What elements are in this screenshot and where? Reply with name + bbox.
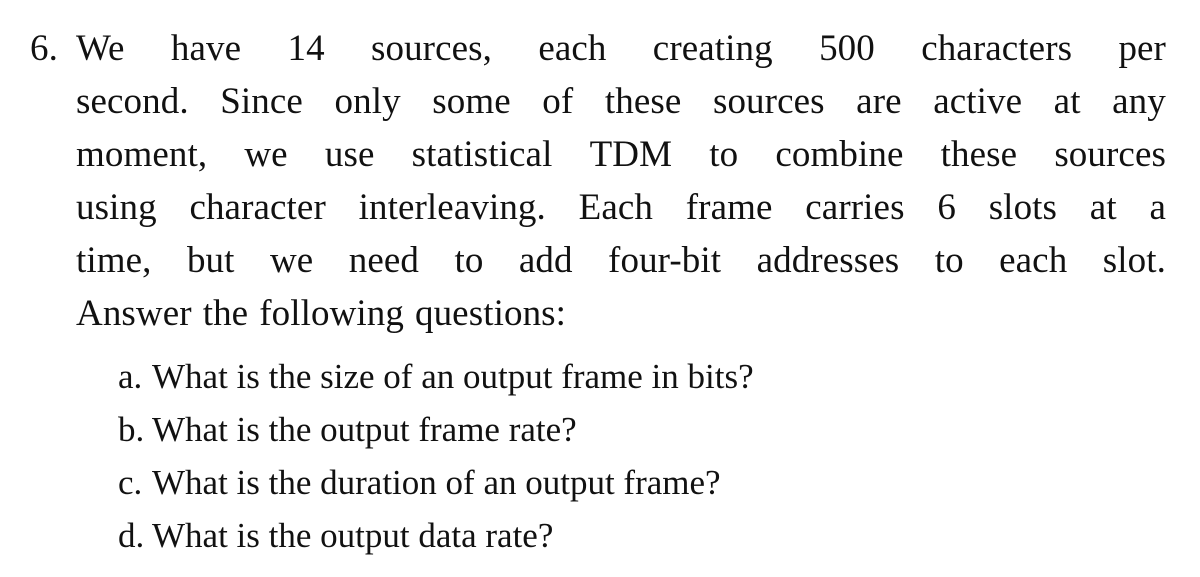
word: at — [1053, 81, 1081, 122]
question-line-5-words: time, but we need to add four-bit addres… — [76, 234, 1166, 287]
word: combine — [775, 134, 904, 175]
question-line-6: Answer the following questions: — [30, 287, 1170, 340]
word: character — [189, 187, 326, 228]
sub-question-b: b. What is the output frame rate? — [118, 403, 1118, 456]
sub-question-marker: b. — [118, 410, 145, 449]
word: second. — [76, 81, 189, 122]
word: Each — [578, 187, 653, 228]
word: the — [202, 293, 249, 334]
word: to — [709, 134, 739, 175]
word: have — [170, 28, 242, 69]
word: TDM — [589, 134, 673, 175]
word: using — [76, 187, 157, 228]
word: 500 — [819, 28, 875, 69]
word: 6 — [937, 187, 956, 228]
word: characters — [921, 28, 1073, 69]
word: sources — [1054, 134, 1166, 175]
word: time, — [76, 240, 152, 281]
word: moment, — [76, 134, 208, 175]
question-block: 6. We have 14 sources, each creating 500… — [30, 22, 1170, 340]
word: slots — [988, 187, 1058, 228]
word: 14 — [287, 28, 325, 69]
sub-question-c: c. What is the duration of an output fra… — [118, 456, 1118, 509]
question-line-3: moment, we use statistical TDM to combin… — [30, 128, 1170, 181]
word: at — [1089, 187, 1117, 228]
question-line-2-words: second. Since only some of these sources… — [76, 75, 1166, 128]
word: slot. — [1102, 240, 1166, 281]
word: active — [933, 81, 1023, 122]
word: to — [934, 240, 964, 281]
sub-question-marker: d. — [118, 516, 145, 555]
word: questions: — [414, 293, 567, 334]
word: per — [1118, 28, 1166, 69]
word: a — [1149, 187, 1166, 228]
sub-question-marker: a. — [118, 357, 143, 396]
word: creating — [652, 28, 773, 69]
word: carries — [805, 187, 905, 228]
question-line-1-words: We have 14 sources, each creating 500 ch… — [76, 22, 1166, 75]
word: each — [538, 28, 607, 69]
word: We — [76, 28, 125, 69]
word: are — [856, 81, 902, 122]
word: statistical — [411, 134, 553, 175]
word: following — [259, 293, 404, 334]
sub-question-marker: c. — [118, 463, 143, 502]
word: sources — [712, 81, 825, 122]
question-line-6-words: Answer the following questions: — [76, 287, 1166, 340]
word: addresses — [756, 240, 900, 281]
word: Answer — [76, 293, 192, 334]
sub-question-d: d. What is the output data rate? — [118, 509, 1118, 562]
word: of — [542, 81, 574, 122]
sub-question-text: What is the output frame rate? — [152, 410, 577, 449]
word: four-bit — [608, 240, 722, 281]
sub-question-text: What is the size of an output frame in b… — [152, 357, 754, 396]
word: interleaving. — [358, 187, 546, 228]
sub-question-text: What is the output data rate? — [152, 516, 554, 555]
sub-question-text: What is the duration of an output frame? — [152, 463, 721, 502]
word: some — [432, 81, 511, 122]
question-line-3-words: moment, we use statistical TDM to combin… — [76, 128, 1166, 181]
question-line-4: using character interleaving. Each frame… — [30, 181, 1170, 234]
word: frame — [685, 187, 773, 228]
sub-question-a: a. What is the size of an output frame i… — [118, 350, 1118, 403]
word: to — [454, 240, 484, 281]
word: but — [186, 240, 235, 281]
word: each — [999, 240, 1068, 281]
question-line-4-words: using character interleaving. Each frame… — [76, 181, 1166, 234]
word: we — [244, 134, 288, 175]
word: need — [348, 240, 420, 281]
word: Since — [220, 81, 303, 122]
question-line-2: second. Since only some of these sources… — [30, 75, 1170, 128]
word: add — [518, 240, 573, 281]
question-line-1: 6. We have 14 sources, each creating 500… — [30, 22, 1170, 75]
word: any — [1112, 81, 1166, 122]
question-number: 6. — [30, 28, 58, 69]
word: use — [324, 134, 375, 175]
word: only — [334, 81, 401, 122]
word: these — [604, 81, 682, 122]
word: sources, — [370, 28, 492, 69]
sub-question-list: a. What is the size of an output frame i… — [118, 350, 1118, 562]
document-page: 6. We have 14 sources, each creating 500… — [0, 0, 1200, 577]
question-line-5: time, but we need to add four-bit addres… — [30, 234, 1170, 287]
word: these — [940, 134, 1018, 175]
word: we — [269, 240, 314, 281]
